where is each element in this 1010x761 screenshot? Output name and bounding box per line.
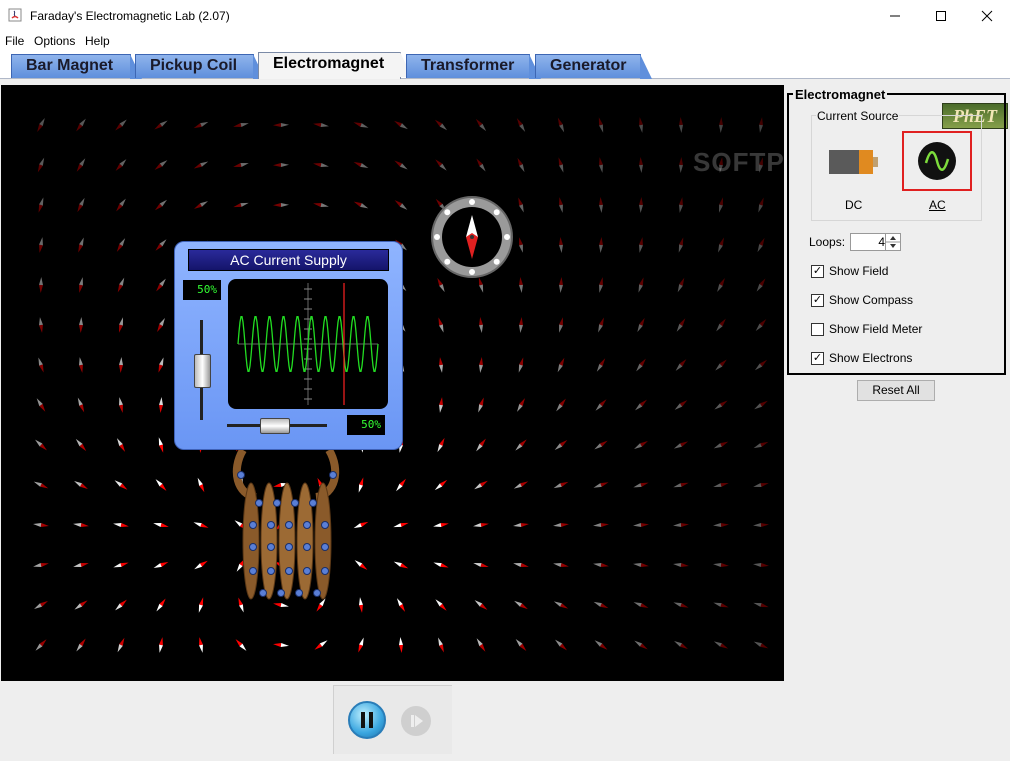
tab-generator[interactable]: Generator bbox=[535, 54, 652, 79]
show-field-meter-option[interactable]: Show Field Meter bbox=[811, 321, 922, 337]
simulation-canvas[interactable]: SOFTPEDIA AC Current Supply 50% 50% bbox=[1, 85, 784, 681]
close-icon bbox=[981, 10, 993, 21]
show-electrons-label: Show Electrons bbox=[829, 351, 913, 365]
clock-controls bbox=[333, 685, 452, 754]
pause-button[interactable] bbox=[348, 701, 386, 739]
menu-bar: File Options Help bbox=[0, 31, 1010, 51]
step-icon bbox=[411, 715, 423, 727]
amplitude-readout: 50% bbox=[183, 280, 221, 300]
tab-bar-magnet[interactable]: Bar Magnet bbox=[11, 54, 142, 79]
menu-help[interactable]: Help bbox=[85, 34, 110, 48]
reset-all-button[interactable]: Reset All bbox=[857, 380, 935, 401]
window-title: Faraday's Electromagnetic Lab (2.07) bbox=[30, 9, 230, 23]
ac-wave-icon bbox=[918, 142, 956, 180]
tab-transformer[interactable]: Transformer bbox=[406, 54, 541, 79]
menu-options[interactable]: Options bbox=[34, 34, 75, 48]
compass[interactable] bbox=[431, 196, 513, 278]
minimize-button[interactable] bbox=[872, 0, 918, 31]
show-electrons-option[interactable]: ✓ Show Electrons bbox=[811, 350, 912, 366]
loops-label: Loops: bbox=[809, 235, 846, 249]
ac-label: AC bbox=[929, 198, 946, 212]
show-compass-label: Show Compass bbox=[829, 293, 914, 307]
ac-current-supply[interactable]: AC Current Supply 50% 50% bbox=[174, 241, 403, 450]
show-field-option[interactable]: ✓ Show Field bbox=[811, 263, 888, 279]
ac-source-button[interactable] bbox=[902, 131, 972, 191]
maximize-icon bbox=[936, 10, 946, 21]
show-field-meter-label: Show Field Meter bbox=[829, 322, 923, 336]
tab-bar: Bar Magnet Pickup Coil Electromagnet Tra… bbox=[0, 51, 1010, 129]
frequency-slider-handle[interactable] bbox=[260, 418, 290, 434]
show-electrons-checkbox[interactable]: ✓ bbox=[811, 351, 824, 365]
show-field-meter-checkbox[interactable] bbox=[811, 322, 824, 336]
show-compass-option[interactable]: ✓ Show Compass bbox=[811, 292, 913, 308]
close-button[interactable] bbox=[964, 0, 1010, 31]
java-app-icon bbox=[8, 8, 22, 22]
amplitude-slider-handle[interactable] bbox=[194, 354, 211, 388]
show-compass-checkbox[interactable]: ✓ bbox=[811, 293, 824, 307]
maximize-button[interactable] bbox=[918, 0, 964, 31]
menu-file[interactable]: File bbox=[5, 34, 24, 48]
dc-source-button[interactable] bbox=[828, 148, 880, 176]
frequency-readout: 50% bbox=[347, 415, 385, 435]
step-button[interactable] bbox=[401, 706, 431, 736]
loops-spinner[interactable]: 4 bbox=[850, 233, 901, 251]
dc-label: DC bbox=[845, 198, 863, 212]
softpedia-watermark: SOFTPEDIA bbox=[693, 147, 784, 177]
title-bar: Faraday's Electromagnetic Lab (2.07) bbox=[0, 0, 1010, 31]
show-field-label: Show Field bbox=[829, 264, 889, 278]
control-panel-title: Electromagnet bbox=[793, 87, 888, 102]
tab-pickup-coil[interactable]: Pickup Coil bbox=[135, 54, 265, 79]
tab-electromagnet[interactable]: Electromagnet bbox=[258, 52, 412, 79]
minimize-icon bbox=[890, 15, 900, 16]
spinner-arrows-icon[interactable] bbox=[886, 234, 900, 250]
pause-icon bbox=[361, 712, 373, 728]
battery-icon bbox=[829, 150, 878, 174]
current-source-title: Current Source bbox=[816, 109, 900, 123]
show-field-checkbox[interactable]: ✓ bbox=[811, 264, 824, 278]
waveform-display bbox=[228, 279, 388, 409]
ac-supply-title: AC Current Supply bbox=[188, 249, 389, 271]
loops-spinner-buttons bbox=[885, 234, 900, 250]
loops-value[interactable]: 4 bbox=[851, 235, 885, 249]
